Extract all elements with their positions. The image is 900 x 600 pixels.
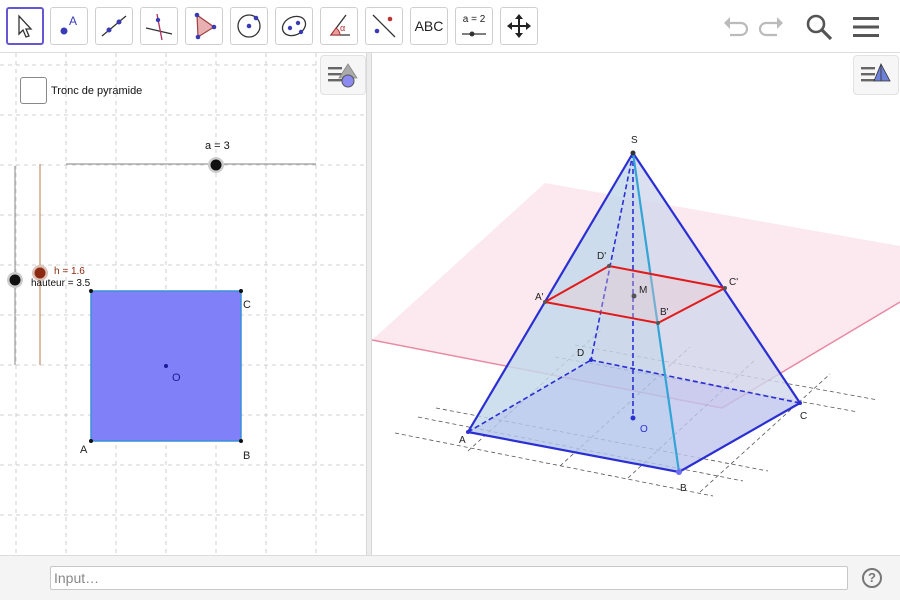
text-tool[interactable]: ABC [410, 7, 448, 45]
line-icon [101, 15, 127, 37]
polygon-icon [194, 12, 217, 40]
label-a1: A' [535, 292, 544, 303]
slider-a-label: a = 3 [205, 140, 230, 152]
label-s: S [631, 135, 638, 146]
point-b[interactable] [239, 439, 243, 443]
line-tool[interactable] [95, 7, 133, 45]
label-a: A [80, 444, 88, 456]
text-tool-label: ABC [414, 18, 444, 34]
point-b1[interactable] [656, 321, 660, 325]
point-s[interactable] [630, 150, 636, 156]
point-d[interactable] [89, 289, 93, 293]
point-icon: A [60, 14, 77, 35]
style-bar-icon [328, 63, 358, 88]
slider-tool[interactable]: a = 2 [455, 7, 493, 45]
label-o: O [172, 372, 181, 384]
move-tool[interactable] [6, 7, 44, 45]
label-a3d: A [459, 435, 466, 446]
graphics-3d-canvas[interactable]: S A B C D O M A' B' C' D' [372, 53, 900, 555]
search-icon [806, 14, 833, 41]
label-m: M [639, 285, 647, 296]
point-d1[interactable] [607, 264, 611, 268]
graphics-2d-view[interactable]: a = 3 h = 1.6 hauteur = 3.5 A B C O Tron… [0, 53, 366, 555]
tronc-checkbox[interactable] [20, 77, 47, 104]
slider-hauteur-handle[interactable] [9, 274, 21, 286]
slider-a-handle[interactable] [210, 159, 222, 171]
point-a1[interactable] [543, 300, 547, 304]
point-m[interactable] [631, 293, 637, 299]
circle-tool[interactable] [230, 7, 268, 45]
perpendicular-line-tool[interactable] [140, 7, 178, 45]
graphics-style-button[interactable] [320, 55, 366, 95]
label-b3d: B [680, 483, 687, 494]
point-c3d[interactable] [798, 401, 802, 405]
reflect-tool[interactable] [365, 7, 403, 45]
help-icon[interactable]: ? [862, 568, 882, 588]
arrow-cursor-icon [18, 14, 33, 38]
move-graphics-tool[interactable] [500, 7, 538, 45]
undo-button[interactable] [718, 10, 752, 44]
label-d1: D' [597, 251, 606, 262]
graphics-3d-view[interactable]: S A B C D O M A' B' C' D' [372, 53, 900, 555]
redo-icon [758, 17, 783, 37]
label-b: B [243, 450, 250, 462]
angle-icon: α [329, 14, 350, 36]
menu-icon [853, 17, 879, 37]
point-a3d[interactable] [466, 430, 470, 434]
slider-hauteur-label: hauteur = 3.5 [31, 278, 91, 289]
label-o3d: O [640, 424, 648, 435]
input-bar: Input… ? [0, 555, 900, 600]
label-c: C [243, 299, 251, 311]
label-c3d: C [800, 411, 807, 422]
point-b3d[interactable] [676, 469, 682, 475]
circle-icon [237, 14, 261, 38]
angle-tool-glyph: α [340, 23, 345, 33]
slider-tool-label: a = 2 [462, 14, 486, 25]
slider-h-handle[interactable] [34, 267, 46, 279]
point-c[interactable] [239, 289, 243, 293]
point-c1[interactable] [723, 286, 727, 290]
algebra-input[interactable]: Input… [50, 566, 848, 590]
ellipse-icon [281, 15, 307, 37]
slider-h-label: h = 1.6 [54, 266, 85, 277]
perpendicular-icon [145, 13, 173, 41]
undo-icon [724, 17, 749, 37]
toolbar: A α ABC a = 2 [0, 0, 900, 53]
redo-button[interactable] [755, 10, 789, 44]
label-b1: B' [660, 307, 669, 318]
point-tool[interactable]: A [50, 7, 88, 45]
point-tool-letter: A [69, 14, 77, 28]
reflect-icon [372, 14, 396, 38]
point-d3d[interactable] [589, 358, 593, 362]
polygon-tool[interactable] [185, 7, 223, 45]
style-bar-3d-icon [861, 63, 891, 82]
point-o[interactable] [164, 364, 168, 368]
graphics-3d-style-button[interactable] [853, 55, 899, 95]
label-c1: C' [729, 277, 738, 288]
ellipse-tool[interactable] [275, 7, 313, 45]
point-o3d[interactable] [630, 415, 636, 421]
label-d3d: D [577, 348, 584, 359]
search-button[interactable] [802, 10, 836, 44]
point-a[interactable] [89, 439, 93, 443]
move-graphics-icon [507, 14, 531, 38]
tronc-checkbox-label: Tronc de pyramide [51, 84, 143, 97]
angle-tool[interactable]: α [320, 7, 358, 45]
graphics-2d-canvas[interactable]: a = 3 h = 1.6 hauteur = 3.5 A B C O [0, 53, 366, 555]
main-menu-button[interactable] [849, 10, 883, 44]
tronc-checkbox-row[interactable]: Tronc de pyramide [20, 77, 142, 104]
